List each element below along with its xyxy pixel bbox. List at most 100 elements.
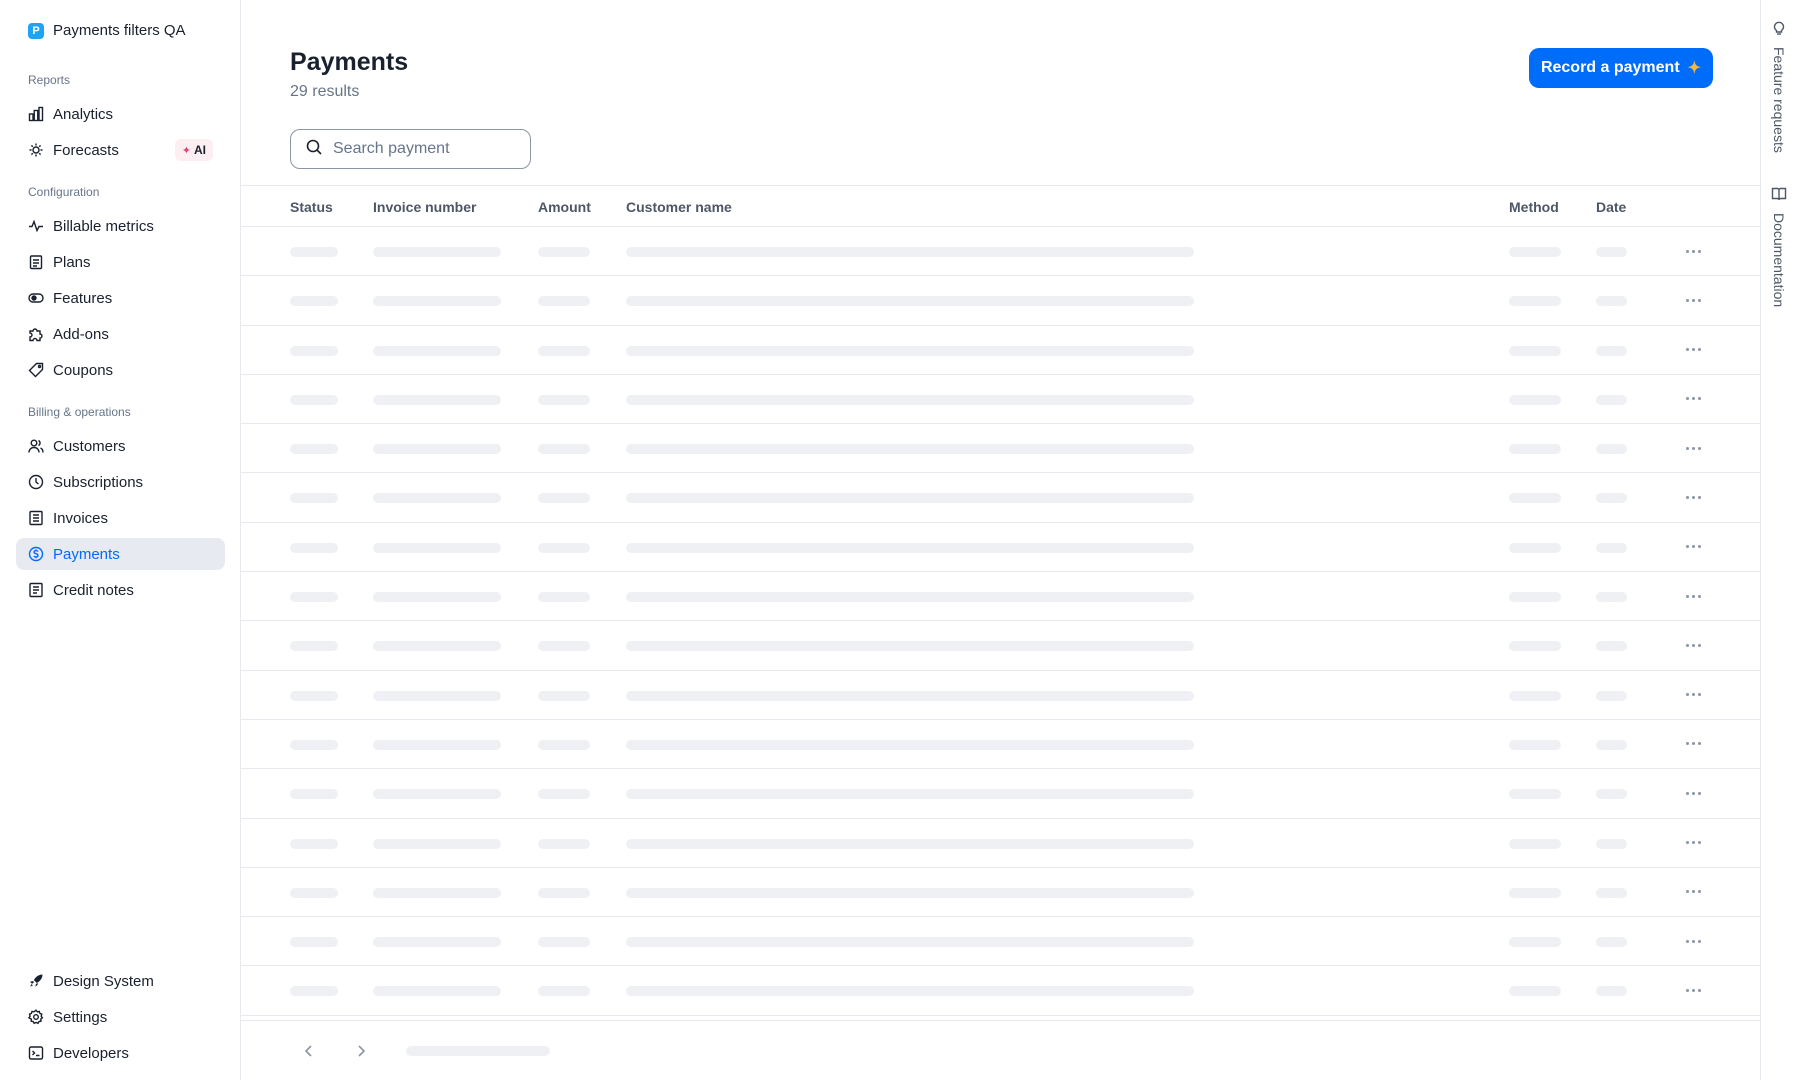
table-row[interactable] (241, 523, 1761, 573)
row-actions-more-icon[interactable] (1681, 684, 1705, 706)
feature-requests-link[interactable]: Feature requests (1771, 20, 1787, 153)
table-row[interactable] (241, 868, 1761, 918)
table-row[interactable] (241, 473, 1761, 523)
row-actions-more-icon[interactable] (1681, 240, 1705, 262)
sidebar-item-developers[interactable]: Developers (16, 1037, 225, 1069)
table-row[interactable] (241, 819, 1761, 868)
documentation-link[interactable]: Documentation (1771, 186, 1787, 307)
row-actions-more-icon[interactable] (1681, 979, 1705, 1001)
date-skeleton (1596, 690, 1627, 701)
row-actions-more-icon[interactable] (1681, 339, 1705, 361)
sidebar-item-customers[interactable]: Customers (16, 430, 225, 462)
customer-skeleton (626, 641, 1194, 652)
rocket-icon (28, 973, 44, 989)
column-header-status[interactable]: Status (290, 199, 333, 215)
date-skeleton (1596, 986, 1627, 997)
column-header-amount[interactable]: Amount (538, 199, 591, 215)
sidebar-item-analytics[interactable]: Analytics (16, 98, 225, 130)
invoice-skeleton (373, 444, 501, 455)
sidebar: P Payments filters QA Reports Analytics … (0, 0, 241, 1080)
invoice-skeleton (373, 345, 501, 356)
row-actions-more-icon[interactable] (1681, 733, 1705, 755)
status-skeleton (290, 641, 338, 652)
section-title-configuration: Configuration (28, 185, 100, 199)
invoice-skeleton (373, 887, 501, 898)
sidebar-item-coupons[interactable]: Coupons (16, 354, 225, 386)
pagination (241, 1020, 1761, 1080)
row-actions-more-icon[interactable] (1681, 881, 1705, 903)
table-row[interactable] (241, 375, 1761, 425)
sidebar-item-invoices[interactable]: Invoices (16, 502, 225, 534)
sidebar-item-billable-metrics[interactable]: Billable metrics (16, 210, 225, 242)
org-switcher[interactable]: P Payments filters QA (28, 22, 186, 39)
users-icon (28, 438, 44, 454)
row-actions-more-icon[interactable] (1681, 486, 1705, 508)
method-skeleton (1509, 394, 1561, 405)
search-field[interactable] (290, 129, 531, 169)
sidebar-item-plans[interactable]: Plans (16, 246, 225, 278)
table-row[interactable] (241, 966, 1761, 1016)
table-row[interactable] (241, 276, 1761, 326)
customer-skeleton (626, 394, 1194, 405)
date-skeleton (1596, 394, 1627, 405)
sidebar-item-label: Invoices (53, 509, 109, 527)
row-actions-more-icon[interactable] (1681, 585, 1705, 607)
status-skeleton (290, 493, 338, 504)
next-page-button[interactable] (349, 1039, 373, 1063)
sidebar-item-forecasts[interactable]: Forecasts ✦ AI (16, 134, 225, 166)
table-row[interactable] (241, 227, 1761, 277)
customer-skeleton (626, 887, 1194, 898)
sidebar-item-design-system[interactable]: Design System (16, 965, 225, 997)
column-header-invoice-number[interactable]: Invoice number (373, 199, 476, 215)
table-row[interactable] (241, 424, 1761, 474)
search-input[interactable] (333, 140, 513, 158)
status-skeleton (290, 690, 338, 701)
status-skeleton (290, 789, 338, 800)
table-row[interactable] (241, 326, 1761, 375)
invoice-skeleton (373, 937, 501, 948)
sidebar-item-payments[interactable]: Payments (16, 538, 225, 570)
row-actions-more-icon[interactable] (1681, 437, 1705, 459)
previous-page-button[interactable] (297, 1039, 321, 1063)
row-actions-more-icon[interactable] (1681, 782, 1705, 804)
sidebar-item-label: Developers (53, 1044, 129, 1062)
method-skeleton (1509, 296, 1561, 307)
record-payment-button[interactable]: Record a payment ✦ (1529, 48, 1713, 88)
table-row[interactable] (241, 621, 1761, 671)
customer-skeleton (626, 345, 1194, 356)
sidebar-item-subscriptions[interactable]: Subscriptions (16, 466, 225, 498)
row-actions-more-icon[interactable] (1681, 536, 1705, 558)
clock-icon (28, 474, 44, 490)
table-row[interactable] (241, 671, 1761, 720)
sidebar-item-label: Settings (53, 1008, 108, 1026)
row-actions-more-icon[interactable] (1681, 832, 1705, 854)
org-name: Payments filters QA (53, 22, 186, 39)
customer-skeleton (626, 296, 1194, 307)
date-skeleton (1596, 493, 1627, 504)
column-header-customer-name[interactable]: Customer name (626, 199, 732, 215)
date-skeleton (1596, 444, 1627, 455)
row-actions-more-icon[interactable] (1681, 289, 1705, 311)
amount-skeleton (538, 345, 590, 356)
amount-skeleton (538, 690, 590, 701)
row-actions-more-icon[interactable] (1681, 634, 1705, 656)
table-row[interactable] (241, 769, 1761, 819)
table-row[interactable] (241, 720, 1761, 770)
row-actions-more-icon[interactable] (1681, 388, 1705, 410)
invoice-skeleton (373, 493, 501, 504)
row-actions-more-icon[interactable] (1681, 930, 1705, 952)
column-header-method[interactable]: Method (1509, 199, 1559, 215)
sidebar-item-add-ons[interactable]: Add-ons (16, 318, 225, 350)
table-body (241, 227, 1761, 1016)
sidebar-item-features[interactable]: Features (16, 282, 225, 314)
date-skeleton (1596, 739, 1627, 750)
table-row[interactable] (241, 572, 1761, 622)
column-header-date[interactable]: Date (1596, 199, 1626, 215)
amount-skeleton (538, 641, 590, 652)
sidebar-item-label: Billable metrics (53, 217, 154, 235)
sidebar-item-credit-notes[interactable]: Credit notes (16, 574, 225, 606)
invoice-skeleton (373, 542, 501, 553)
table-row[interactable] (241, 917, 1761, 967)
sidebar-item-settings[interactable]: Settings (16, 1001, 225, 1033)
puzzle-icon (28, 326, 44, 342)
